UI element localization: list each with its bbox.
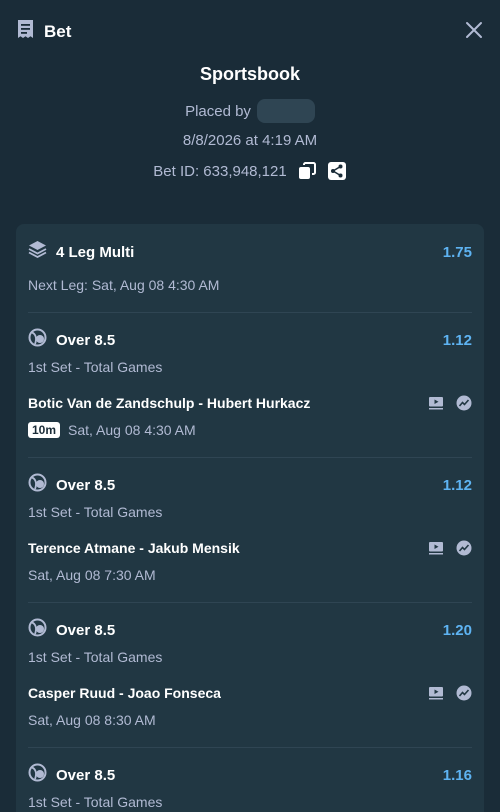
stats-icon[interactable] [456, 540, 472, 556]
stats-icon[interactable] [456, 685, 472, 701]
bet-card: 4 Leg Multi 1.75 Next Leg: Sat, Aug 08 4… [16, 224, 484, 812]
modal-header: Bet [0, 0, 500, 60]
leg-match[interactable]: Terence Atmane - Jakub Mensik [28, 540, 240, 556]
divider [28, 457, 472, 458]
receipt-icon [16, 19, 35, 44]
multi-odds: 1.75 [442, 243, 472, 261]
stats-icon[interactable] [456, 395, 472, 411]
leg-time-row: Sat, Aug 08 8:30 AM [28, 712, 472, 728]
leg-selection: Over 8.5 [56, 331, 116, 349]
leg-header: Over 8.5 1.20 [28, 618, 472, 642]
leg-header: Over 8.5 1.16 [28, 763, 472, 787]
leg-time-row: Sat, Aug 08 7:30 AM [28, 567, 472, 583]
leg-match-row: Terence Atmane - Jakub Mensik [28, 538, 472, 558]
divider [28, 312, 472, 313]
leg-match-row: Casper Ruud - Joao Fonseca [28, 683, 472, 703]
leg-time: Sat, Aug 08 4:30 AM [68, 422, 196, 438]
sportsbook-title: Sportsbook [199, 64, 300, 84]
leg-selection: Over 8.5 [56, 766, 116, 784]
leg-time: Sat, Aug 08 8:30 AM [28, 712, 156, 728]
leg-match[interactable]: Botic Van de Zandschulp - Hubert Hurkacz [28, 395, 310, 411]
bet-date: 8/8/2026 at 4:19 AM [182, 132, 318, 149]
time-badge: 10m [28, 422, 61, 438]
live-stream-icon[interactable] [428, 685, 444, 701]
tennis-ball-icon [28, 328, 47, 352]
placed-by-label: Placed by [185, 102, 251, 120]
tennis-ball-icon [28, 473, 47, 497]
divider [28, 602, 472, 603]
leg-odds: 1.12 [442, 331, 472, 349]
bet-id: Bet ID: 633,948,121 [153, 162, 287, 180]
modal-title: Bet [44, 21, 72, 41]
leg-odds: 1.20 [442, 621, 472, 639]
live-stream-icon[interactable] [428, 395, 444, 411]
multi-title: 4 Leg Multi [56, 243, 135, 261]
share-icon[interactable] [327, 161, 347, 181]
bet-id-row: Bet ID: 633,948,121 [0, 161, 500, 181]
copy-icon[interactable] [297, 161, 317, 181]
multi-header: 4 Leg Multi 1.75 [28, 241, 472, 263]
placed-by-row: Placed by [0, 99, 500, 123]
live-stream-icon[interactable] [428, 540, 444, 556]
leg-header: Over 8.5 1.12 [28, 328, 472, 352]
leg-match-row: Botic Van de Zandschulp - Hubert Hurkacz [28, 393, 472, 413]
layers-icon [28, 240, 47, 264]
tennis-ball-icon [28, 763, 47, 787]
leg-market: 1st Set - Total Games [28, 359, 163, 375]
leg-odds: 1.12 [442, 476, 472, 494]
leg-odds: 1.16 [442, 766, 472, 784]
leg-time: Sat, Aug 08 7:30 AM [28, 567, 156, 583]
close-button[interactable] [464, 20, 484, 40]
next-leg-text: Next Leg: Sat, Aug 08 4:30 AM [28, 277, 220, 293]
tennis-ball-icon [28, 618, 47, 642]
leg-market: 1st Set - Total Games [28, 504, 163, 520]
leg-selection: Over 8.5 [56, 476, 116, 494]
hidden-username[interactable] [256, 99, 315, 123]
leg-match[interactable]: Casper Ruud - Joao Fonseca [28, 685, 221, 701]
leg-selection: Over 8.5 [56, 621, 116, 639]
close-icon [466, 22, 482, 38]
leg-header: Over 8.5 1.12 [28, 473, 472, 497]
leg-market: 1st Set - Total Games [28, 649, 163, 665]
leg-market: 1st Set - Total Games [28, 794, 163, 810]
header-left: Bet [16, 19, 71, 44]
divider [28, 747, 472, 748]
leg-time-row: 10m Sat, Aug 08 4:30 AM [28, 422, 472, 438]
